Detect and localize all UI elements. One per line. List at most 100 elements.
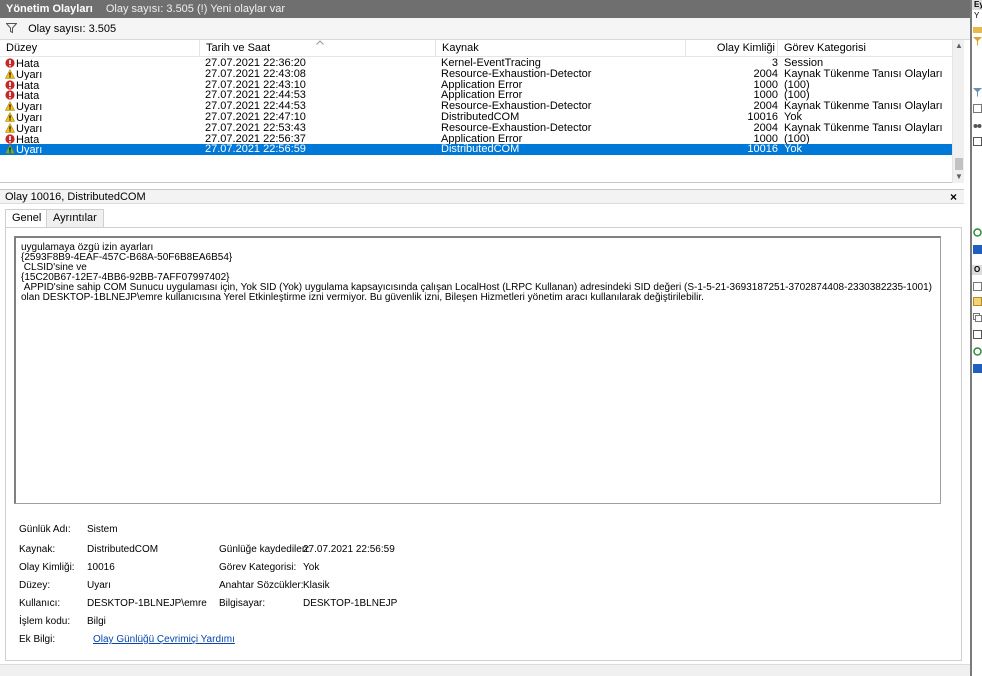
cell-date: 27.07.2021 22:53:43 <box>205 122 306 134</box>
save-icon[interactable] <box>973 137 982 146</box>
cell-task-category: Session <box>784 58 824 69</box>
prop-task-label: Görev Kategorisi: <box>219 562 297 573</box>
cell-event-id: 2004 <box>753 68 778 80</box>
table-row[interactable]: Uyarı 27.07.2021 22:47:10 DistributedCOM 10… <box>0 112 952 123</box>
event-description-box[interactable]: uygulamaya özgü izin ayarları {2593F8B9-… <box>14 236 941 504</box>
cell-task-category: (100) <box>784 79 810 91</box>
prop-opcode-value: Bilgi <box>87 616 106 627</box>
cell-task-category: Kaynak Tükenme Tanısı Olayları <box>784 68 943 80</box>
cell-task-category: Yok <box>784 112 802 123</box>
event-viewer-window: Yönetim Olayları Olay sayısı: 3.505 (!) … <box>0 0 982 676</box>
table-row[interactable]: Hata 27.07.2021 22:44:53 Application Error… <box>0 90 952 101</box>
general-tab-panel: uygulamaya özgü izin ayarları {2593F8B9-… <box>5 227 962 661</box>
prop-log-label: Günlük Adı: <box>19 524 71 535</box>
cell-task-category: Yok <box>784 144 802 156</box>
prop-user-label: Kullanıcı: <box>19 598 61 609</box>
close-icon[interactable]: × <box>950 190 957 204</box>
warning-icon <box>5 144 15 155</box>
table-row[interactable]: Hata 27.07.2021 22:43:10 Application Error… <box>0 80 952 91</box>
cell-level: Uyarı <box>5 122 190 134</box>
table-row[interactable]: Hata 27.07.2021 22:56:37 Application Error… <box>0 134 952 145</box>
cell-source: Resource-Exhaustion-Detector <box>441 68 592 80</box>
prop-level-value: Uyarı <box>87 580 111 591</box>
error-icon <box>5 79 15 90</box>
cell-source: Resource-Exhaustion-Detector <box>441 122 592 134</box>
cell-event-id: 10016 <box>747 144 778 156</box>
scroll-up-icon[interactable]: ▲ <box>953 40 965 52</box>
prop-source-value: DistributedCOM <box>87 544 159 555</box>
table-row[interactable]: Hata 27.07.2021 22:36:20 Kernel-EventTraci… <box>0 58 952 69</box>
scroll-down-icon[interactable]: ▼ <box>953 171 965 183</box>
cell-date: 27.07.2021 22:47:10 <box>205 112 306 123</box>
event-detail-header: Olay 10016, DistributedCOM × <box>0 189 964 204</box>
error-icon <box>5 90 15 100</box>
prop-opcode-label: İşlem kodu: <box>19 616 71 627</box>
prop-eventid-label: Olay Kimliği: <box>19 562 75 573</box>
level-text: Uyarı <box>16 112 43 124</box>
tab-general[interactable]: Genel <box>5 209 49 228</box>
table-row[interactable]: Uyarı 27.07.2021 22:44:53 Resource-Exhaust… <box>0 101 952 112</box>
table-row[interactable]: Uyarı 27.07.2021 22:43:08 Resource-Exhaust… <box>0 68 952 80</box>
column-header-task-category[interactable]: Görev Kategorisi <box>778 40 952 57</box>
level-text: Hata <box>16 58 40 70</box>
cell-source: Application Error <box>441 133 523 145</box>
refresh-icon[interactable] <box>973 347 982 356</box>
online-help-link[interactable]: Olay Günlüğü Çevrimiçi Yardımı <box>93 634 235 645</box>
properties-icon[interactable] <box>973 104 982 113</box>
save-selected-icon[interactable] <box>973 330 982 339</box>
table-row[interactable]: Uyarı 27.07.2021 22:56:59 DistributedCOM 10… <box>0 144 952 156</box>
view-title-bar: Yönetim Olayları Olay sayısı: 3.505 (!) … <box>0 0 970 18</box>
prop-logged-value: 27.07.2021 22:56:59 <box>303 544 395 555</box>
prop-computer-label: Bilgisayar: <box>219 598 266 609</box>
cell-event-id: 2004 <box>753 122 778 134</box>
warning-icon <box>5 112 15 122</box>
prop-more-label: Ek Bilgi: <box>19 634 56 645</box>
column-header-event-id[interactable]: Olay Kimliği <box>686 40 778 57</box>
column-header-level[interactable]: Düzey <box>0 40 200 57</box>
grid-scrollbar[interactable]: ▲ ▼ <box>952 40 964 183</box>
column-header-source[interactable]: Kaynak <box>436 40 686 57</box>
help-icon[interactable] <box>973 245 982 254</box>
cell-task-category: Kaynak Tükenme Tanısı Olayları <box>784 122 943 134</box>
copy-icon[interactable] <box>973 313 982 322</box>
cell-date: 27.07.2021 22:36:20 <box>205 58 306 69</box>
grid-header: Düzey Tarih ve Saat Kaynak Olay Kimliği … <box>0 40 952 57</box>
warning-icon <box>5 68 15 79</box>
cell-task-category: (100) <box>784 133 810 145</box>
filter-funnel-icon[interactable] <box>6 23 17 33</box>
filter-icon[interactable] <box>973 88 982 97</box>
cell-source: Application Error <box>441 79 523 91</box>
help-icon[interactable] <box>973 364 982 373</box>
cell-date: 27.07.2021 22:56:59 <box>205 144 306 156</box>
cell-level: Hata <box>5 133 190 145</box>
warning-icon <box>5 122 15 133</box>
refresh-icon[interactable] <box>973 228 982 237</box>
level-text: Hata <box>16 90 40 102</box>
warning-icon <box>5 101 15 111</box>
folder-icon[interactable] <box>973 25 982 34</box>
event-count-text: Olay sayısı: 3.505 <box>28 23 117 35</box>
cell-level: Uyarı <box>5 144 190 155</box>
sort-arrow-icon <box>316 40 324 45</box>
view-title: Yönetim Olayları <box>6 3 93 15</box>
level-text: Uyarı <box>16 68 43 80</box>
cell-task-category: Kaynak Tükenme Tanısı Olayları <box>784 101 943 113</box>
scroll-thumb[interactable] <box>955 158 963 170</box>
attach-task-icon[interactable] <box>973 297 982 306</box>
cell-date: 27.07.2021 22:44:53 <box>205 90 306 102</box>
event-grid: Düzey Tarih ve Saat Kaynak Olay Kimliği … <box>0 40 964 183</box>
prop-keywords-label: Anahtar Sözcükler: <box>219 580 304 591</box>
filter-icon[interactable] <box>973 37 982 46</box>
level-text: Uyarı <box>16 144 43 156</box>
prop-logged-label: Günlüğe kaydedilen: <box>219 544 311 555</box>
actions-pane: Ey Y O <box>970 0 982 676</box>
event-properties: Günlük Adı: Sistem Kaynak: DistributedCO… <box>19 524 939 654</box>
status-bar <box>0 664 970 676</box>
binoculars-icon[interactable] <box>973 120 982 129</box>
prop-source-label: Kaynak: <box>19 544 56 555</box>
prop-keywords-value: Klasik <box>303 580 330 591</box>
cell-event-id: 10016 <box>747 112 778 123</box>
tab-details[interactable]: Ayrıntılar <box>46 209 104 227</box>
table-row[interactable]: Uyarı 27.07.2021 22:53:43 Resource-Exhaust… <box>0 122 952 134</box>
event-properties-icon[interactable] <box>973 282 982 291</box>
